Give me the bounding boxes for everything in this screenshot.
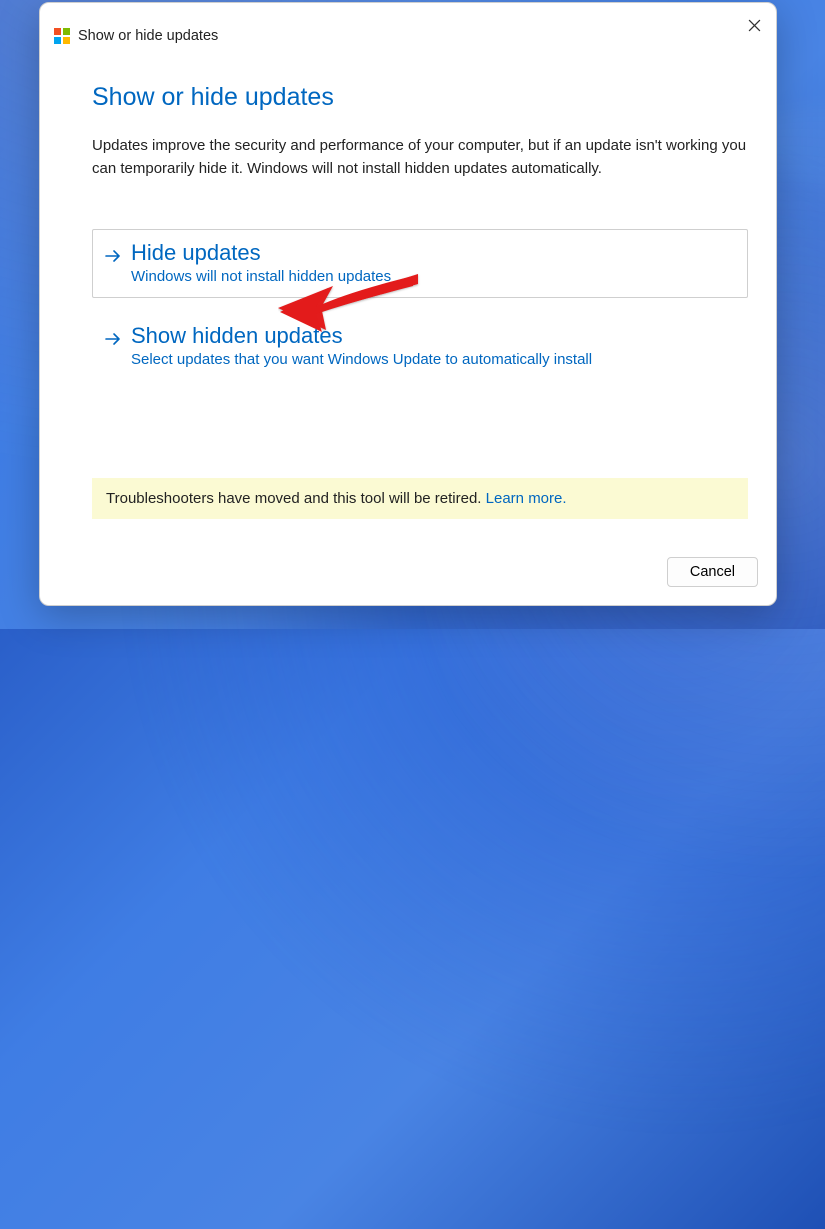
- learn-more-link[interactable]: Learn more.: [486, 490, 567, 507]
- option-desc: Windows will not install hidden updates: [131, 268, 391, 285]
- option-show-hidden-updates[interactable]: Show hidden updates Select updates that …: [92, 312, 748, 381]
- content-area: Show or hide updates Updates improve the…: [92, 83, 748, 381]
- page-title: Show or hide updates: [92, 83, 748, 112]
- microsoft-logo-icon: [54, 28, 70, 44]
- arrow-right-icon: [103, 329, 123, 349]
- app-name: Show or hide updates: [78, 28, 218, 44]
- dialog: Show or hide updates Show or hide update…: [39, 2, 777, 606]
- notice-text: Troubleshooters have moved and this tool…: [106, 490, 486, 507]
- cancel-button[interactable]: Cancel: [667, 557, 758, 587]
- arrow-right-icon: [103, 246, 123, 266]
- retirement-notice: Troubleshooters have moved and this tool…: [92, 478, 748, 519]
- option-title: Hide updates: [131, 240, 391, 266]
- intro-text: Updates improve the security and perform…: [92, 134, 748, 181]
- option-hide-updates[interactable]: Hide updates Windows will not install hi…: [92, 229, 748, 298]
- close-button[interactable]: [740, 11, 768, 39]
- option-desc: Select updates that you want Windows Upd…: [131, 351, 592, 368]
- close-icon: [748, 19, 761, 32]
- option-title: Show hidden updates: [131, 323, 592, 349]
- titlebar: Show or hide updates: [54, 28, 218, 44]
